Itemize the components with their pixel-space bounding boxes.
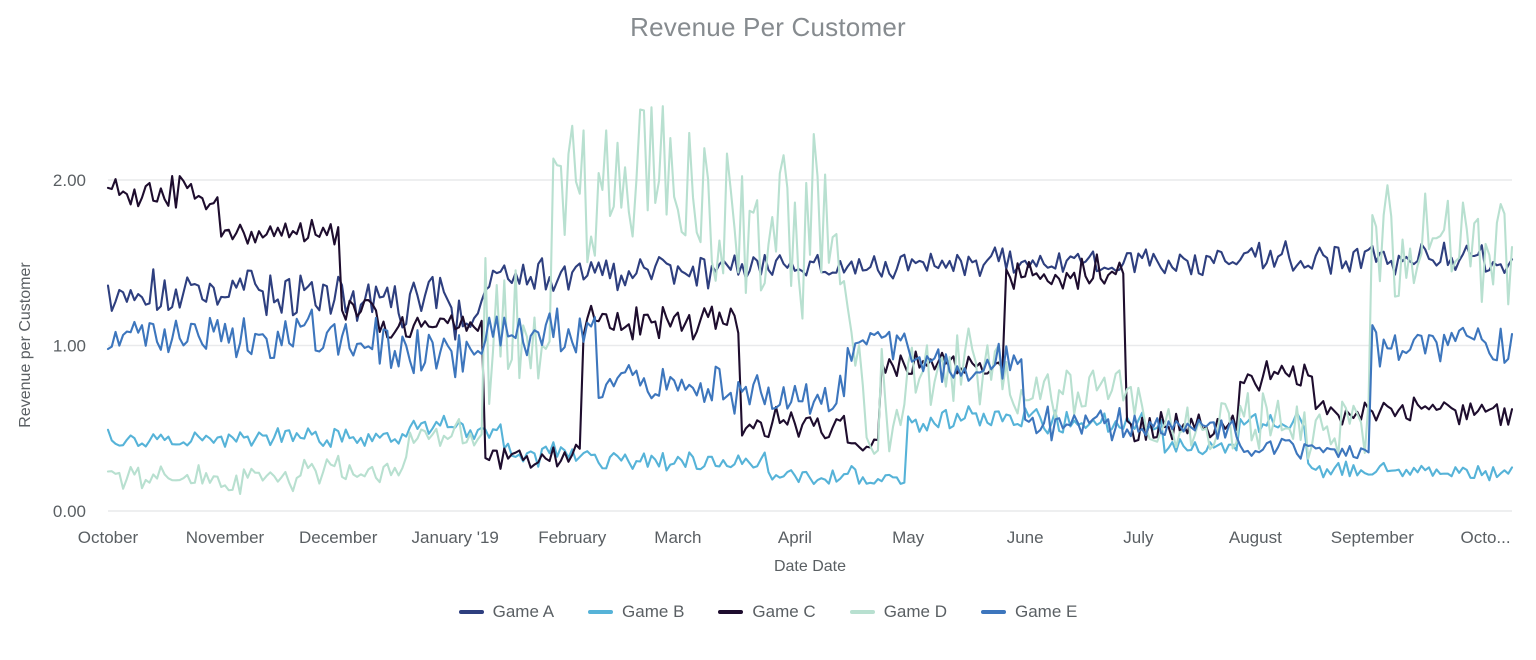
legend-label: Game A — [492, 602, 555, 621]
x-tick-label: December — [299, 528, 378, 547]
series-lines — [106, 105, 1514, 495]
legend-swatch-icon — [588, 610, 614, 614]
chart-legend: Game A Game B Game C Game D Game E — [0, 602, 1536, 622]
legend-swatch-icon — [849, 610, 875, 614]
x-tick-label: January '19 — [412, 528, 499, 547]
y-axis-ticks: 0.00 1.00 2.00 — [53, 171, 86, 521]
x-tick-label: September — [1331, 528, 1414, 547]
chart-container: Revenue Per Customer 0.00 1.00 2.00 Octobe… — [0, 0, 1536, 660]
legend-item-game-e[interactable]: Game E — [981, 602, 1077, 622]
x-tick-label: April — [778, 528, 812, 547]
x-tick-label: May — [892, 528, 925, 547]
x-tick-label: July — [1123, 528, 1154, 547]
x-tick-label: October — [78, 528, 139, 547]
x-axis-title: Date Date — [774, 558, 846, 575]
legend-swatch-icon — [458, 610, 484, 614]
x-axis-ticks: October November December January '19 Februa… — [78, 528, 1511, 547]
legend-label: Game B — [622, 602, 685, 621]
legend-label: Game E — [1015, 602, 1078, 621]
legend-swatch-icon — [981, 610, 1006, 614]
y-tick-label: 2.00 — [53, 171, 86, 190]
x-tick-label: Octo... — [1461, 528, 1511, 547]
x-tick-label: March — [654, 528, 701, 547]
x-tick-label: August — [1229, 528, 1282, 547]
y-axis-title: Revenue per Customer — [17, 262, 34, 428]
legend-item-game-d[interactable]: Game D — [849, 602, 947, 622]
x-tick-label: February — [538, 528, 607, 547]
series-line-game-a — [106, 240, 1514, 341]
legend-item-game-a[interactable]: Game A — [458, 602, 555, 622]
legend-label: Game C — [752, 602, 816, 621]
x-tick-label: November — [186, 528, 265, 547]
x-tick-label: June — [1007, 528, 1044, 547]
series-line-game-c — [106, 175, 1514, 470]
legend-swatch-icon — [718, 610, 744, 614]
series-line-game-d — [106, 105, 1514, 495]
y-tick-label: 1.00 — [53, 337, 86, 356]
legend-item-game-b[interactable]: Game B — [588, 602, 684, 622]
legend-item-game-c[interactable]: Game C — [718, 602, 816, 622]
line-chart-plot: 0.00 1.00 2.00 October November December Janu… — [17, 105, 1514, 575]
legend-label: Game D — [883, 602, 947, 621]
y-tick-label: 0.00 — [53, 502, 86, 521]
